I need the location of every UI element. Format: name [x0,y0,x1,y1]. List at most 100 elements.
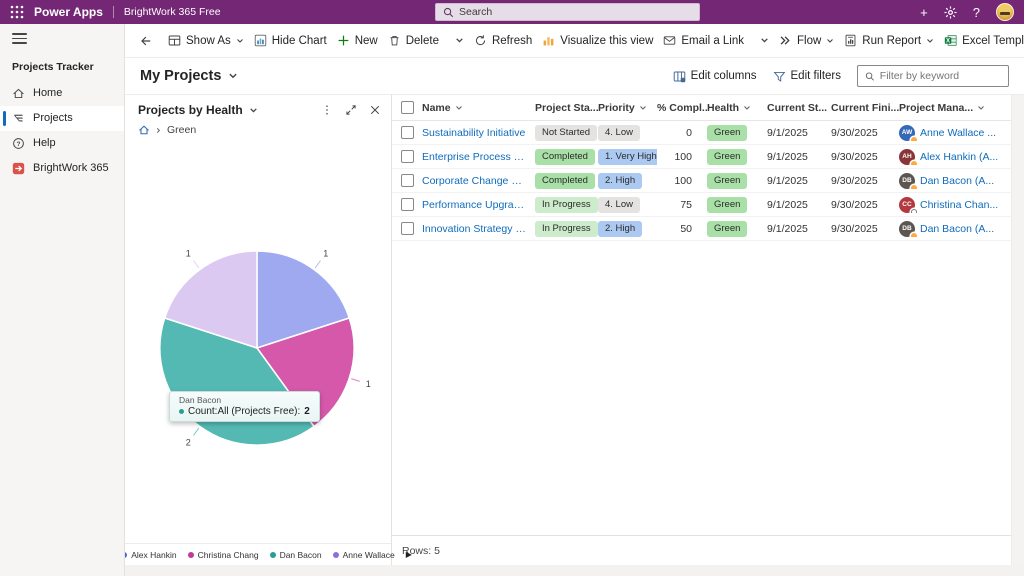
column-header-project-status[interactable]: Project Sta... [535,102,598,114]
projects-grid: Name Project Sta... Priority % Compl... … [392,94,1024,565]
row-checkbox[interactable] [401,150,414,163]
row-checkbox[interactable] [401,126,414,139]
edit-filters-button[interactable]: Edit filters [773,70,841,83]
refresh-button[interactable]: Refresh [469,30,537,51]
table-row[interactable]: Sustainability Initiative Not Started 4. L… [392,121,1024,145]
account-avatar[interactable] [996,3,1014,21]
sidebar-item-help[interactable]: ? Help [0,131,124,156]
run-report-button[interactable]: Run Report [839,30,939,51]
project-name-link[interactable]: Performance Upgrade Plan [422,199,535,211]
app-launcher-icon[interactable] [10,5,24,19]
help-icon[interactable]: ? [973,6,980,19]
chart-more-options-icon[interactable] [321,104,333,116]
sidebar-item-home[interactable]: Home [0,81,124,106]
column-header-name[interactable]: Name [422,102,535,114]
overflow-chevron[interactable] [755,32,774,49]
column-header-project-manager[interactable]: Project Mana... [899,102,1008,114]
chevron-down-icon [236,38,243,43]
status-badge: In Progress [535,196,598,213]
column-header-current-start[interactable]: Current St... [767,102,831,114]
current-start-date: 9/1/2025 [767,174,808,187]
close-chart-icon[interactable] [369,104,381,116]
chevron-down-icon [639,105,646,110]
settings-gear-icon[interactable] [944,5,957,19]
overflow-chevron[interactable] [450,32,469,49]
filter-by-keyword-box[interactable] [857,65,1009,87]
add-icon[interactable]: + [920,6,928,19]
manager-name-link[interactable]: Dan Bacon (A... [920,175,994,187]
table-body: Sustainability Initiative Not Started 4. L… [392,121,1024,241]
breadcrumb-item[interactable]: Green [167,124,196,136]
project-name-link[interactable]: Sustainability Initiative [422,127,535,139]
legend-item[interactable]: Dan Bacon [269,550,322,560]
visualize-view-button[interactable]: Visualize this view [537,30,658,51]
presence-badge [911,232,917,237]
manager-name-link[interactable]: Alex Hankin (A... [920,151,998,163]
legend-dot [332,551,339,558]
project-name-link[interactable]: Innovation Strategy Plan [422,223,535,235]
command-bar: Show As Hide Chart New Delete Refresh Vi… [125,24,1024,58]
column-header-current-finish[interactable]: Current Fini... [831,102,899,114]
priority-badge: 1. Very High [598,148,657,165]
legend-item[interactable]: Alex Hankin [121,550,177,560]
hide-chart-button[interactable]: Hide Chart [249,30,332,51]
chart-icon [254,34,266,47]
row-checkbox[interactable] [401,222,414,235]
app-brand[interactable]: Power Apps [34,5,103,19]
chart-legend: ◀ Alex HankinChristina ChangDan BaconAnn… [104,543,412,565]
delete-button[interactable]: Delete [383,30,444,51]
project-manager-cell[interactable]: AH Alex Hankin (A... [899,148,1008,165]
project-name-link[interactable]: Enterprise Process Update [422,151,535,163]
table-row[interactable]: Corporate Change ProgramCompleted2. High… [392,169,1024,193]
table-row[interactable]: Enterprise Process Update Completed 1. Ver… [392,145,1024,169]
manager-name-link[interactable]: Anne Wallace ... [920,127,996,139]
manager-avatar: CC [899,196,917,213]
edit-columns-icon [673,71,685,82]
chevron-down-icon [744,105,750,110]
project-manager-cell[interactable]: CC Christina Chan... [899,196,1008,213]
nav-collapse-icon[interactable] [12,33,27,44]
global-search-box[interactable]: Search [435,3,700,21]
email-link-button[interactable]: Email a Link [658,30,749,51]
breadcrumb-home-icon[interactable] [138,124,150,136]
flow-button[interactable]: Flow [774,30,839,51]
expand-chart-icon[interactable] [345,104,357,116]
search-icon [865,71,874,81]
legend-item[interactable]: Christina Chang [187,550,259,560]
edit-columns-button[interactable]: Edit columns [673,70,757,83]
chart-tooltip: Dan Bacon Count:All (Projects Free): 2 [169,391,320,422]
table-scrollbar-gutter[interactable] [1011,95,1024,565]
health-pie-chart[interactable]: 1 1 2 1 [125,139,391,539]
project-name-link[interactable]: Corporate Change Program [422,175,535,187]
environment-name[interactable]: BrightWork 365 Free [124,6,221,18]
status-badge: Completed [535,148,595,165]
project-manager-cell[interactable]: DB Dan Bacon (A... [899,172,1008,189]
new-button[interactable]: New [332,30,383,51]
top-app-bar: Power Apps BrightWork 365 Free Search + … [0,0,1024,24]
column-header-priority[interactable]: Priority [598,102,657,114]
chart-panel: Projects by Health Green 1 1 2 1 Dan Bacon … [104,94,412,565]
view-selector[interactable]: My Projects [140,68,238,84]
manager-name-link[interactable]: Dan Bacon (A... [920,223,994,235]
tooltip-series-dot [179,409,184,414]
sidebar-item-projects[interactable]: Projects [0,105,124,131]
show-as-button[interactable]: Show As [163,30,249,51]
row-checkbox[interactable] [401,174,414,187]
filter-keyword-input[interactable] [879,70,1001,82]
excel-templates-button[interactable]: X Excel Templates [939,30,1024,51]
manager-name-link[interactable]: Christina Chan... [920,199,998,211]
table-row[interactable]: Innovation Strategy Plan In Progress 2. Hi… [392,217,1024,241]
sidebar-item-brightwork-365[interactable]: BrightWork 365 [0,156,124,181]
project-manager-cell[interactable]: AW Anne Wallace ... [899,124,1008,141]
row-checkbox[interactable] [401,198,414,211]
back-button[interactable] [133,30,157,52]
column-header-health[interactable]: Health [707,102,767,114]
table-row[interactable]: Performance Upgrade PlanIn Progress4. Lo… [392,193,1024,217]
current-finish-date: 9/30/2025 [831,222,878,235]
legend-next-icon[interactable]: ▶ [406,550,412,559]
project-manager-cell[interactable]: DB Dan Bacon (A... [899,220,1008,237]
column-header-percent-complete[interactable]: % Compl... [657,102,707,114]
legend-item[interactable]: Anne Wallace [332,550,395,560]
chart-selector[interactable]: Projects by Health [138,103,258,117]
select-all-checkbox[interactable] [401,101,414,114]
